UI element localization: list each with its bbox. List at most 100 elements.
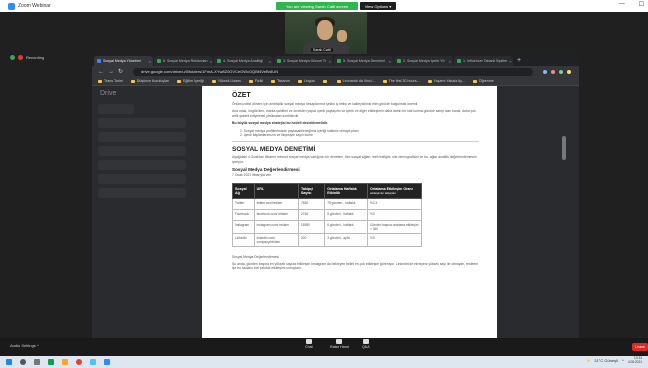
extension-icon[interactable] [551,69,555,74]
scrollbar[interactable] [562,136,566,160]
edge-icon[interactable] [48,359,54,365]
bookmark-item[interactable] [322,79,329,83]
search-icon[interactable] [20,359,26,365]
address-bar-row: ← → ↻ drive.google.com/drive/u/0/folders… [92,66,579,77]
browser-tab[interactable]: 2. Sosyal Medya İçerik Yö × [394,56,453,66]
table-row: Twitter twitter.com/reklam 7650 78 gönderi … [232,197,422,210]
clock[interactable]: 13:33 4.08.2021 [628,356,642,364]
table-cell: Facebook [232,208,255,221]
close-tab-icon[interactable]: × [329,59,331,64]
url-field[interactable]: drive.google.com/drive/u/0/folders/1FmA-… [133,67,533,76]
bookmark-item[interactable]: Düşünce Kuruluşları [130,79,169,83]
tab-favicon [457,59,461,63]
sidebar-item[interactable] [98,146,186,156]
chrome-icon[interactable] [76,359,82,365]
browser-tab[interactable]: 3. Sosyal Medya Güncel Tr × [274,56,333,66]
audio-settings-button[interactable]: Audio Settings ^ [10,343,39,348]
assessment-date: 7 Ocak 2021 itibarıyla veri [232,173,272,178]
file-explorer-icon[interactable] [62,359,68,365]
close-tab-icon[interactable]: × [389,59,391,64]
bookmark-item[interactable]: Tasarım [271,79,290,83]
qa-button[interactable]: Q&A [362,339,370,349]
view-options-button[interactable]: View Options ▾ [360,2,396,10]
table-cell: LinkedIn [232,232,255,247]
bookmark-item[interactable]: Öğrenme [472,79,494,83]
bookmark-item[interactable]: Trans Tarim [98,79,123,83]
bookmark-item[interactable]: The first 30 hours... [382,79,420,83]
bookmark-item[interactable]: Yüksek Lisans [211,79,241,83]
close-tab-icon[interactable]: × [210,59,212,64]
close-tab-icon[interactable]: × [509,59,511,64]
table-cell: 2760 [298,208,326,221]
table-row: Facebook facebook.com/ reklam 2760 5 gönder… [232,208,422,221]
browser-tab[interactable]: 4. Sosyal Medya Analitiği × [214,56,273,66]
tray-expand-icon[interactable]: ^ [622,358,624,363]
task-view-icon[interactable] [34,359,40,365]
sidebar-item[interactable] [98,118,186,128]
header-label: URL [256,186,265,191]
audit-heading: SOSYAL MEDYA DENETİMİ [232,146,316,154]
start-icon[interactable] [6,359,12,365]
extension-icon[interactable] [559,69,563,74]
sidebar-item[interactable] [98,132,186,142]
browser-tab[interactable]: Sosyal Medya Yönetimi × [94,56,153,66]
folder-icon [382,79,387,83]
bookmark-item[interactable]: Yaşamı Yakala Ay... [427,79,465,83]
table-header: Sosyal Ağ [232,182,255,199]
system-tray: ☀ 31°C Güneşli ^ 13:33 4.08.2021 [586,356,642,364]
table-cell: 5 gönderi - haftalık [324,208,368,221]
bookmark-label: Leonardo da Vinci... [342,79,375,83]
reload-icon[interactable]: ↻ [118,68,123,75]
tab-label: 2. Sosyal Medya İçerik Yö [403,59,445,63]
assessment-paragraph: Şu anda, günden başına en yüksek sayıda … [232,262,479,271]
folder-icon [336,79,341,83]
bookmark-label: Trans Tarim [104,79,123,83]
summary-heading: ÖZET [232,92,251,99]
app-title-text: Zoom Webinar [18,3,51,9]
tab-label: 3. Sosyal Medya Güncel Tr [283,59,327,63]
table-cell: %0 [367,232,422,247]
assessment-subheading: Sosyal Medya Değerlendirmesi [232,254,279,259]
browser-tab[interactable]: 5. Sosyal Medya Denetimi × [334,56,393,66]
speaker-video: Sarah Cattl [285,12,367,54]
table-row: LinkedIn linkedin.com/ company/reklam 300 3… [232,232,422,247]
raise-hand-button[interactable]: Raise Hand [330,339,349,349]
forward-icon[interactable]: → [108,69,114,75]
weather-icon: ☀ [586,358,591,364]
maximize-button[interactable]: ☐ [639,1,644,8]
bookmark-item[interactable]: Leonardo da Vinci... [336,79,375,83]
browser-tab[interactable]: 6. Sosyal Medya Reklamları × [154,56,213,66]
extension-icon[interactable] [543,69,547,74]
bookmark-item[interactable]: Fiziki [248,79,263,83]
bookmark-item[interactable]: Lingua [297,79,315,83]
store-icon[interactable] [90,359,96,365]
close-tab-icon[interactable]: × [269,59,271,64]
bookmark-item[interactable]: Eğitim İçeriği [177,79,204,83]
sidebar-item[interactable] [98,174,186,184]
zoom-taskbar-icon[interactable] [104,359,110,365]
table-cell: 3 gönderi - aylık [324,232,368,247]
profile-icon[interactable] [567,69,571,74]
browser-tab[interactable]: 1. Influencer Tabanlı İlişkiler × [454,56,513,66]
leave-button[interactable]: Leave [632,343,648,351]
folder-icon [248,79,253,83]
tab-label: 1. Influencer Tabanlı İlişkiler [463,59,508,63]
tab-favicon [97,59,101,63]
bookmark-label: Lingua [303,79,315,83]
new-tab-button[interactable]: + [517,56,521,66]
raise-hand-label: Raise Hand [330,345,349,349]
minimize-button[interactable]: — [619,1,625,8]
sidebar-item[interactable] [98,160,186,170]
tab-label: 6. Sosyal Medya Reklamları [163,59,208,63]
tab-favicon [277,59,281,63]
back-icon[interactable]: ← [98,69,104,75]
close-tab-icon[interactable]: × [149,59,151,64]
windows-taskbar [0,356,648,368]
sidebar-item[interactable] [98,188,186,198]
table-row: Instagram instagram.com/ reklam 18950 6 gön… [232,219,422,234]
recording-label: Recording [26,55,45,60]
sidebar-item[interactable] [98,104,134,114]
close-tab-icon[interactable]: × [449,59,451,64]
folder-icon [211,79,216,83]
chat-button[interactable]: Chat [305,339,313,349]
